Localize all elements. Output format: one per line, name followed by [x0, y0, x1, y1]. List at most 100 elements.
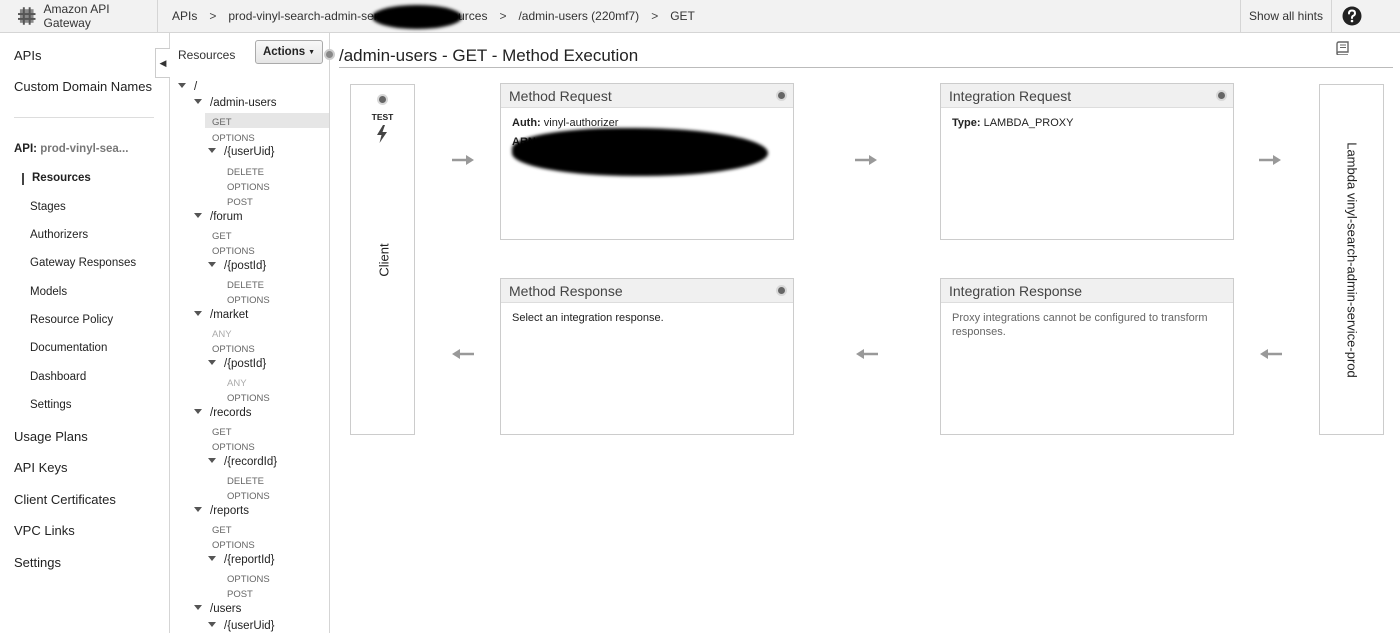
resource-path-item[interactable]: /{postId} [208, 260, 266, 272]
resource-method-item[interactable]: OPTIONS [227, 392, 270, 404]
method-request-header[interactable]: Method Request [501, 84, 793, 108]
resource-method-item[interactable]: OPTIONS [227, 490, 270, 502]
expand-triangle-icon[interactable] [194, 99, 202, 104]
resource-path-item[interactable]: /records [194, 407, 252, 419]
resource-method-item[interactable]: GET [212, 116, 232, 128]
lightning-bolt-icon[interactable] [375, 125, 389, 143]
resource-method-item[interactable]: ANY [212, 328, 232, 340]
expand-triangle-icon[interactable] [208, 148, 216, 153]
resource-path-item[interactable]: /forum [194, 211, 243, 223]
brand-name: Amazon API Gateway [43, 2, 110, 30]
collapse-nav-button[interactable]: ◀ [155, 48, 170, 78]
resource-method-item[interactable]: DELETE [227, 475, 264, 487]
resource-method-item[interactable]: OPTIONS [212, 132, 255, 144]
test-label[interactable]: TEST [351, 112, 414, 122]
resource-path-item[interactable]: / [178, 81, 197, 93]
show-hints-button[interactable]: Show all hints [1240, 0, 1332, 32]
resource-method-label: OPTIONS [227, 393, 270, 404]
breadcrumb-resource[interactable]: /admin-users (220mf7) [518, 9, 639, 23]
breadcrumb-method: GET [670, 9, 695, 23]
expand-triangle-icon[interactable] [178, 83, 186, 88]
nav-api-keys[interactable]: API Keys [14, 460, 67, 475]
resource-path-item[interactable]: /{userUid} [208, 146, 275, 158]
method-request-title: Method Request [509, 88, 612, 104]
nav-models[interactable]: Models [30, 286, 67, 298]
resource-path-item[interactable]: /reports [194, 505, 249, 517]
nav-api-settings[interactable]: Settings [30, 399, 72, 411]
nav-resource-policy[interactable]: Resource Policy [30, 314, 113, 326]
brand[interactable]: Amazon API Gateway [0, 0, 158, 32]
actions-button[interactable]: Actions ▼ [255, 40, 323, 64]
nav-documentation[interactable]: Documentation [30, 342, 107, 354]
resource-method-item[interactable]: GET [212, 426, 232, 438]
resource-path-item[interactable]: /market [194, 309, 248, 321]
expand-triangle-icon[interactable] [208, 458, 216, 463]
arrow-left-icon [452, 349, 474, 359]
lambda-box[interactable]: Lambda vinyl-search-admin-service-prod [1319, 84, 1384, 435]
resource-path-item[interactable]: /users [194, 603, 241, 615]
api-name: prod-vinyl-sea... [40, 143, 129, 155]
resource-method-item[interactable]: DELETE [227, 279, 264, 291]
help-icon[interactable] [1342, 6, 1362, 26]
expand-triangle-icon[interactable] [208, 622, 216, 627]
expand-triangle-icon[interactable] [208, 262, 216, 267]
resource-method-item[interactable]: POST [227, 588, 253, 600]
resource-method-item[interactable]: OPTIONS [227, 181, 270, 193]
client-box[interactable]: TEST Client [350, 84, 415, 435]
resource-path-item[interactable]: /{recordId} [208, 456, 277, 468]
documentation-book-icon[interactable] [1336, 41, 1350, 55]
nav-resources[interactable]: Resources [32, 172, 91, 184]
resource-path-item[interactable]: /admin-users [194, 97, 276, 109]
resource-method-label: GET [212, 231, 232, 242]
resource-method-label: GET [212, 427, 232, 438]
resource-method-item[interactable]: OPTIONS [212, 245, 255, 257]
nav-dashboard[interactable]: Dashboard [30, 371, 86, 383]
nav-gateway-responses[interactable]: Gateway Responses [30, 257, 136, 269]
nav-usage-plans[interactable]: Usage Plans [14, 429, 88, 444]
integration-response-text: Proxy integrations cannot be configured … [952, 312, 1208, 338]
integration-request-header[interactable]: Integration Request [941, 84, 1233, 108]
resource-method-label: OPTIONS [212, 540, 255, 551]
expand-triangle-icon[interactable] [194, 507, 202, 512]
lambda-label[interactable]: Lambda vinyl-search-admin-service-prod [1345, 142, 1360, 378]
expand-triangle-icon[interactable] [194, 311, 202, 316]
resource-method-item[interactable]: GET [212, 230, 232, 242]
resource-method-item[interactable]: OPTIONS [227, 573, 270, 585]
nav-vpc-links[interactable]: VPC Links [14, 523, 75, 538]
client-label: Client [376, 243, 392, 277]
resource-method-label: OPTIONS [227, 491, 270, 502]
arrow-right-icon [1259, 155, 1281, 165]
method-response-box[interactable]: Method Response Select an integration re… [500, 278, 794, 435]
resource-method-item[interactable]: DELETE [227, 166, 264, 178]
nav-authorizers[interactable]: Authorizers [30, 229, 88, 241]
integration-request-box[interactable]: Integration Request Type: LAMBDA_PROXY [940, 83, 1234, 240]
breadcrumb-apis[interactable]: APIs [172, 9, 197, 23]
method-response-header[interactable]: Method Response [501, 279, 793, 303]
nav-stages[interactable]: Stages [30, 201, 66, 213]
integration-response-header[interactable]: Integration Response [941, 279, 1233, 303]
nav-custom-domain-names[interactable]: Custom Domain Names [14, 79, 152, 94]
resource-method-item[interactable]: GET [212, 524, 232, 536]
resource-path-item[interactable]: /{reportId} [208, 554, 275, 566]
expand-triangle-icon[interactable] [194, 409, 202, 414]
resource-method-item[interactable]: OPTIONS [212, 441, 255, 453]
resource-method-item[interactable]: POST [227, 196, 253, 208]
expand-triangle-icon[interactable] [208, 556, 216, 561]
resource-path-item[interactable]: /{userUid} [208, 620, 275, 632]
integration-response-box[interactable]: Integration Response Proxy integrations … [940, 278, 1234, 435]
resource-method-item[interactable]: OPTIONS [212, 539, 255, 551]
nav-settings[interactable]: Settings [14, 555, 61, 570]
resource-path-label: /admin-users [210, 97, 277, 109]
resource-path-item[interactable]: /{postId} [208, 358, 266, 370]
expand-triangle-icon[interactable] [194, 605, 202, 610]
resource-method-item[interactable]: ANY [227, 377, 247, 389]
resource-method-item[interactable]: OPTIONS [227, 294, 270, 306]
expand-triangle-icon[interactable] [194, 213, 202, 218]
expand-triangle-icon[interactable] [208, 360, 216, 365]
nav-client-certificates[interactable]: Client Certificates [14, 492, 116, 507]
resource-method-item[interactable]: OPTIONS [212, 343, 255, 355]
nav-apis[interactable]: APIs [14, 48, 41, 63]
resource-path-label: /{reportId} [224, 554, 275, 566]
resource-method-label: OPTIONS [212, 133, 255, 144]
panel-toggle-icon[interactable] [324, 49, 335, 60]
